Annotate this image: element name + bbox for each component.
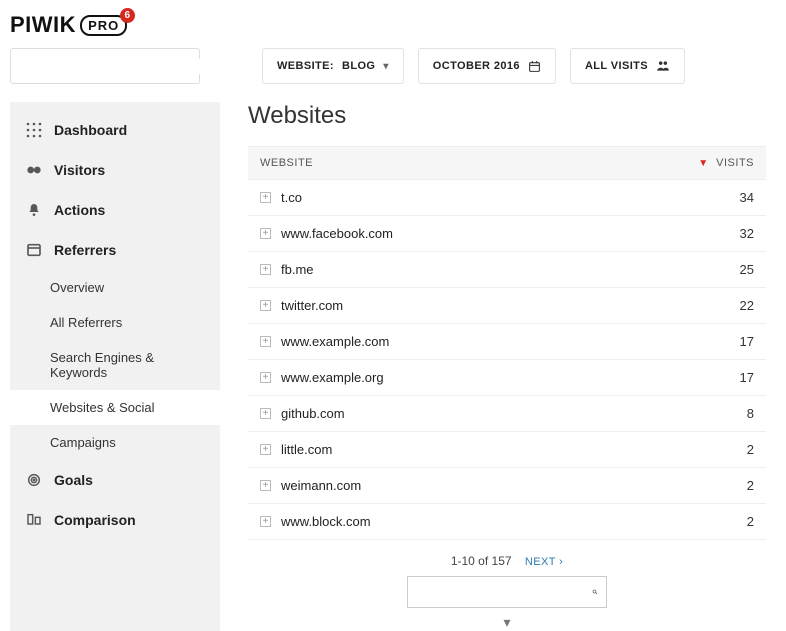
sub-campaigns[interactable]: Campaigns: [10, 425, 220, 460]
logo-pro-tag: PRO 6: [80, 15, 127, 36]
comparison-icon: [26, 512, 42, 528]
sub-search-engines[interactable]: Search Engines & Keywords: [10, 340, 220, 390]
website-name: little.com: [281, 442, 714, 457]
website-name: github.com: [281, 406, 714, 421]
sub-overview[interactable]: Overview: [10, 270, 220, 305]
sidebar: Dashboard Visitors Actions Referrers Ove…: [10, 102, 220, 631]
browser-icon: [26, 242, 42, 258]
nav-goals[interactable]: Goals: [10, 460, 220, 500]
sub-all-referrers[interactable]: All Referrers: [10, 305, 220, 340]
bell-icon: [26, 202, 42, 218]
expand-row-icon[interactable]: +: [260, 480, 271, 491]
website-name: twitter.com: [281, 298, 714, 313]
visitors-icon: [26, 162, 42, 178]
expand-row-icon[interactable]: +: [260, 228, 271, 239]
table-row[interactable]: + twitter.com22: [248, 288, 766, 324]
table-row[interactable]: + www.facebook.com32: [248, 216, 766, 252]
website-name: www.example.org: [281, 370, 714, 385]
table-row[interactable]: + www.block.com2: [248, 504, 766, 540]
visits-value: 34: [714, 190, 754, 205]
table-row[interactable]: + github.com8: [248, 396, 766, 432]
website-name: www.facebook.com: [281, 226, 714, 241]
search-icon[interactable]: [592, 584, 598, 600]
expand-row-icon[interactable]: +: [260, 192, 271, 203]
expand-row-icon[interactable]: +: [260, 264, 271, 275]
expand-row-icon[interactable]: +: [260, 300, 271, 311]
website-name: fb.me: [281, 262, 714, 277]
users-icon: [656, 60, 670, 72]
website-name: www.example.com: [281, 334, 714, 349]
pager-info: 1-10 of 157: [451, 554, 512, 568]
grid-icon: [26, 122, 42, 138]
table-row[interactable]: + www.example.org17: [248, 360, 766, 396]
nav-comparison[interactable]: Comparison: [10, 500, 220, 540]
visits-value: 17: [714, 334, 754, 349]
logo: PIWIK PRO 6: [10, 8, 776, 48]
global-search[interactable]: [10, 48, 200, 84]
table-row[interactable]: + t.co34: [248, 180, 766, 216]
expand-row-icon[interactable]: +: [260, 336, 271, 347]
pager-next[interactable]: NEXT ›: [525, 556, 563, 568]
expand-row-icon[interactable]: +: [260, 516, 271, 527]
segment-selector[interactable]: ALL VISITS: [570, 48, 685, 84]
visits-value: 2: [714, 478, 754, 493]
table-row[interactable]: + weimann.com2: [248, 468, 766, 504]
expand-row-icon[interactable]: +: [260, 408, 271, 419]
calendar-icon: [528, 60, 541, 73]
sub-websites-social[interactable]: Websites & Social: [10, 390, 220, 425]
visits-value: 8: [714, 406, 754, 421]
nav-actions[interactable]: Actions: [10, 190, 220, 230]
period-selector[interactable]: OCTOBER 2016: [418, 48, 556, 84]
table-row[interactable]: + www.example.com17: [248, 324, 766, 360]
visits-value: 32: [714, 226, 754, 241]
target-icon: [26, 472, 42, 488]
visits-value: 22: [714, 298, 754, 313]
col-visits[interactable]: ▼ VISITS: [698, 157, 754, 169]
table-row[interactable]: + fb.me25: [248, 252, 766, 288]
page-title: Websites: [248, 102, 766, 130]
expand-row-icon[interactable]: +: [260, 444, 271, 455]
expand-icon[interactable]: ▾: [248, 614, 766, 631]
table-search-input[interactable]: [416, 585, 592, 600]
visits-value: 17: [714, 370, 754, 385]
global-search-input[interactable]: [25, 59, 201, 74]
visits-value: 2: [714, 442, 754, 457]
sort-desc-icon: ▼: [698, 158, 708, 169]
nav-dashboard[interactable]: Dashboard: [10, 110, 220, 150]
expand-row-icon[interactable]: +: [260, 372, 271, 383]
chevron-down-icon: ▾: [383, 61, 388, 72]
table-header: WEBSITE ▼ VISITS: [248, 146, 766, 180]
website-name: t.co: [281, 190, 714, 205]
table-row[interactable]: + little.com2: [248, 432, 766, 468]
notification-badge[interactable]: 6: [120, 8, 135, 23]
website-name: weimann.com: [281, 478, 714, 493]
nav-visitors[interactable]: Visitors: [10, 150, 220, 190]
website-selector[interactable]: WEBSITE: BLOG ▾: [262, 48, 404, 84]
logo-brand: PIWIK: [10, 12, 76, 38]
visits-value: 25: [714, 262, 754, 277]
nav-referrers[interactable]: Referrers: [10, 230, 220, 270]
col-website[interactable]: WEBSITE: [260, 157, 698, 169]
website-name: www.block.com: [281, 514, 714, 529]
visits-value: 2: [714, 514, 754, 529]
table-search[interactable]: [407, 576, 607, 608]
